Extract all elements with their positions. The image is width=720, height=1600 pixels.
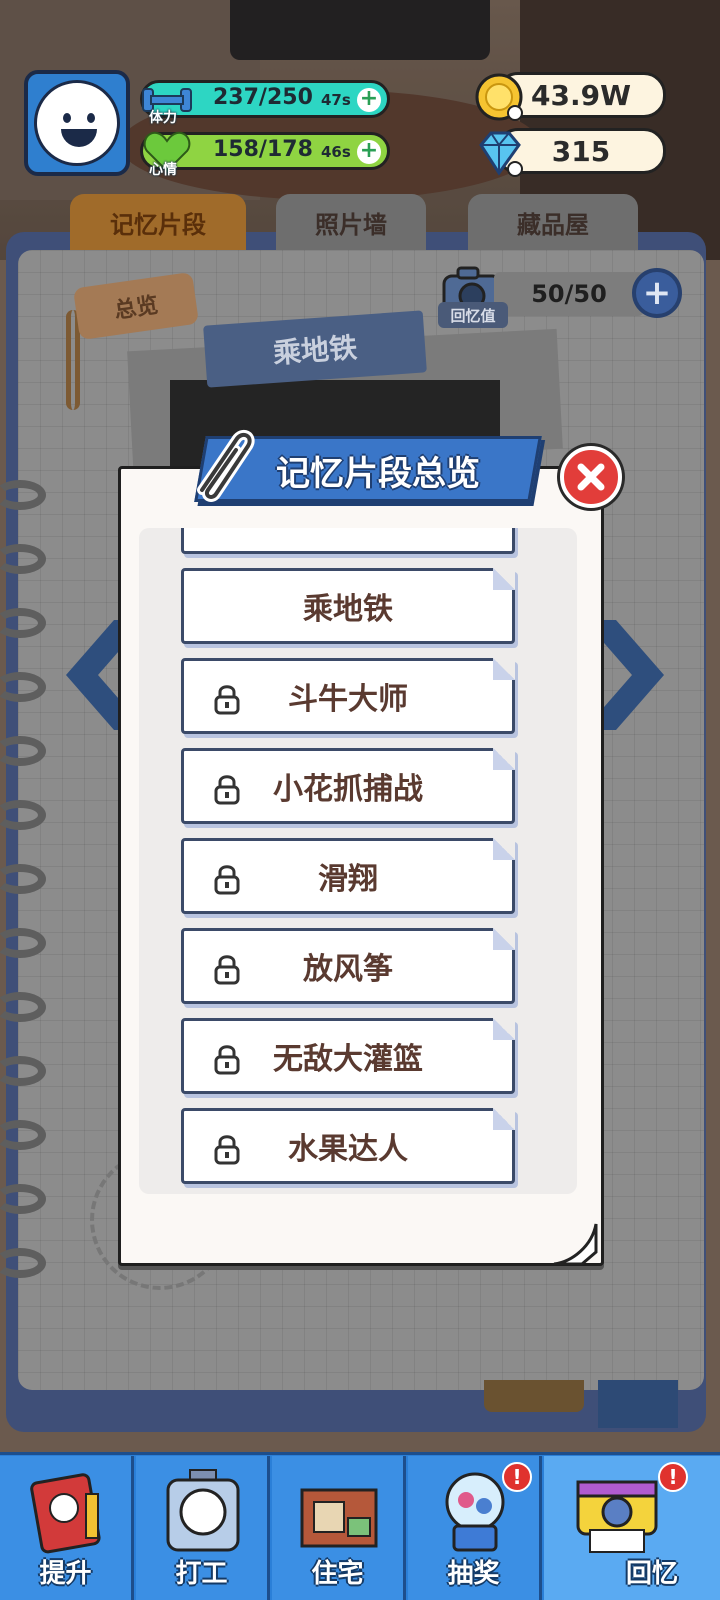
lottery-alert-badge: !: [502, 1462, 532, 1492]
nav-home-label: 住宅: [311, 1559, 364, 1589]
list-item[interactable]: 水果达人: [181, 1108, 515, 1184]
lock-icon: [214, 955, 240, 985]
recall-points: 50/50 回忆值 +: [438, 262, 682, 328]
book-icon: [30, 1473, 101, 1554]
nav-lottery-label: 抽奖: [447, 1559, 500, 1589]
nav-upgrade-label: 提升: [39, 1559, 92, 1589]
gem-counter[interactable]: 315: [479, 128, 666, 177]
list-item-label: 斗牛大师: [288, 682, 408, 717]
list-item-partial[interactable]: [181, 528, 515, 554]
energy-bar: 体力 237/250 47s +: [140, 80, 390, 126]
close-icon: [577, 463, 605, 491]
coin-icon: [475, 73, 523, 121]
list-item[interactable]: 放风筝: [181, 928, 515, 1004]
recall-add-button[interactable]: +: [632, 268, 682, 318]
dialog-title: 记忆片段总览: [276, 453, 480, 494]
player-avatar[interactable]: [24, 70, 130, 176]
recall-label: 回忆值: [438, 302, 508, 328]
list-item-label: 水果达人: [288, 1132, 408, 1167]
lock-icon: [214, 865, 240, 895]
lock-icon: [214, 775, 240, 805]
nav-work[interactable]: 打工: [136, 1456, 270, 1600]
lock-icon: [214, 1045, 240, 1075]
mood-value: 158/178: [213, 137, 313, 162]
paperclip-icon: [197, 429, 255, 502]
nav-memory-label: 回忆: [625, 1559, 678, 1589]
list-item[interactable]: 乘地铁: [181, 568, 515, 644]
list-item[interactable]: 滑翔: [181, 838, 515, 914]
diamond-icon: [479, 131, 523, 177]
coin-counter[interactable]: 43.9W: [475, 72, 666, 121]
energy-timer: 47s: [321, 91, 351, 109]
lock-icon: [214, 1135, 240, 1165]
nav-upgrade[interactable]: 提升: [0, 1456, 134, 1600]
piano: [230, 0, 490, 60]
energy-value: 237/250: [213, 85, 313, 110]
tab-photo-wall[interactable]: 照片墙: [276, 194, 426, 250]
gem-value: 315: [551, 134, 611, 168]
tab-memory-fragments[interactable]: 记忆片段: [70, 194, 246, 250]
notebook-rings: [0, 480, 50, 1380]
nav-home[interactable]: 住宅: [272, 1456, 406, 1600]
mood-bar: 心情 158/178 46s +: [140, 131, 390, 178]
list-item[interactable]: 斗牛大师: [181, 658, 515, 734]
nav-lottery[interactable]: ! 抽奖: [408, 1456, 542, 1600]
page-tab-marker: [484, 1380, 584, 1412]
mood-add-button[interactable]: +: [357, 140, 381, 164]
house-icon: [300, 1488, 378, 1548]
close-button[interactable]: [560, 446, 622, 508]
coin-value: 43.9W: [531, 78, 631, 112]
list-item[interactable]: 小花抓捕战: [181, 748, 515, 824]
memory-alert-badge: !: [658, 1462, 688, 1492]
recall-value: 50/50: [494, 272, 644, 316]
id-badge-icon: [166, 1469, 240, 1552]
list-item[interactable]: 无敌大灌篮: [181, 1018, 515, 1094]
avatar-face-icon: [34, 80, 120, 166]
page-tab-marker-blue: [598, 1380, 678, 1428]
lock-icon: [214, 685, 240, 715]
page-curl-icon: [553, 1223, 598, 1266]
energy-add-button[interactable]: +: [357, 88, 381, 112]
list-item-label: 无敌大灌篮: [273, 1042, 423, 1077]
mood-label: 心情: [149, 162, 177, 178]
mood-timer: 46s: [321, 143, 351, 161]
tab-collection-room[interactable]: 藏品屋: [468, 194, 638, 250]
memory-list[interactable]: 乘地铁 斗牛大师 小花抓捕战 滑翔 放风筝 无敌大灌篮 水果达人: [139, 528, 577, 1194]
list-item-label: 小花抓捕战: [273, 772, 423, 807]
nav-memory[interactable]: ! 回忆: [544, 1456, 720, 1600]
nav-work-label: 打工: [175, 1559, 228, 1589]
list-item-label: 乘地铁: [303, 592, 393, 627]
instant-camera-icon: [576, 1480, 658, 1553]
list-item-label: 放风筝: [303, 952, 393, 987]
list-item-label: 滑翔: [318, 862, 378, 897]
